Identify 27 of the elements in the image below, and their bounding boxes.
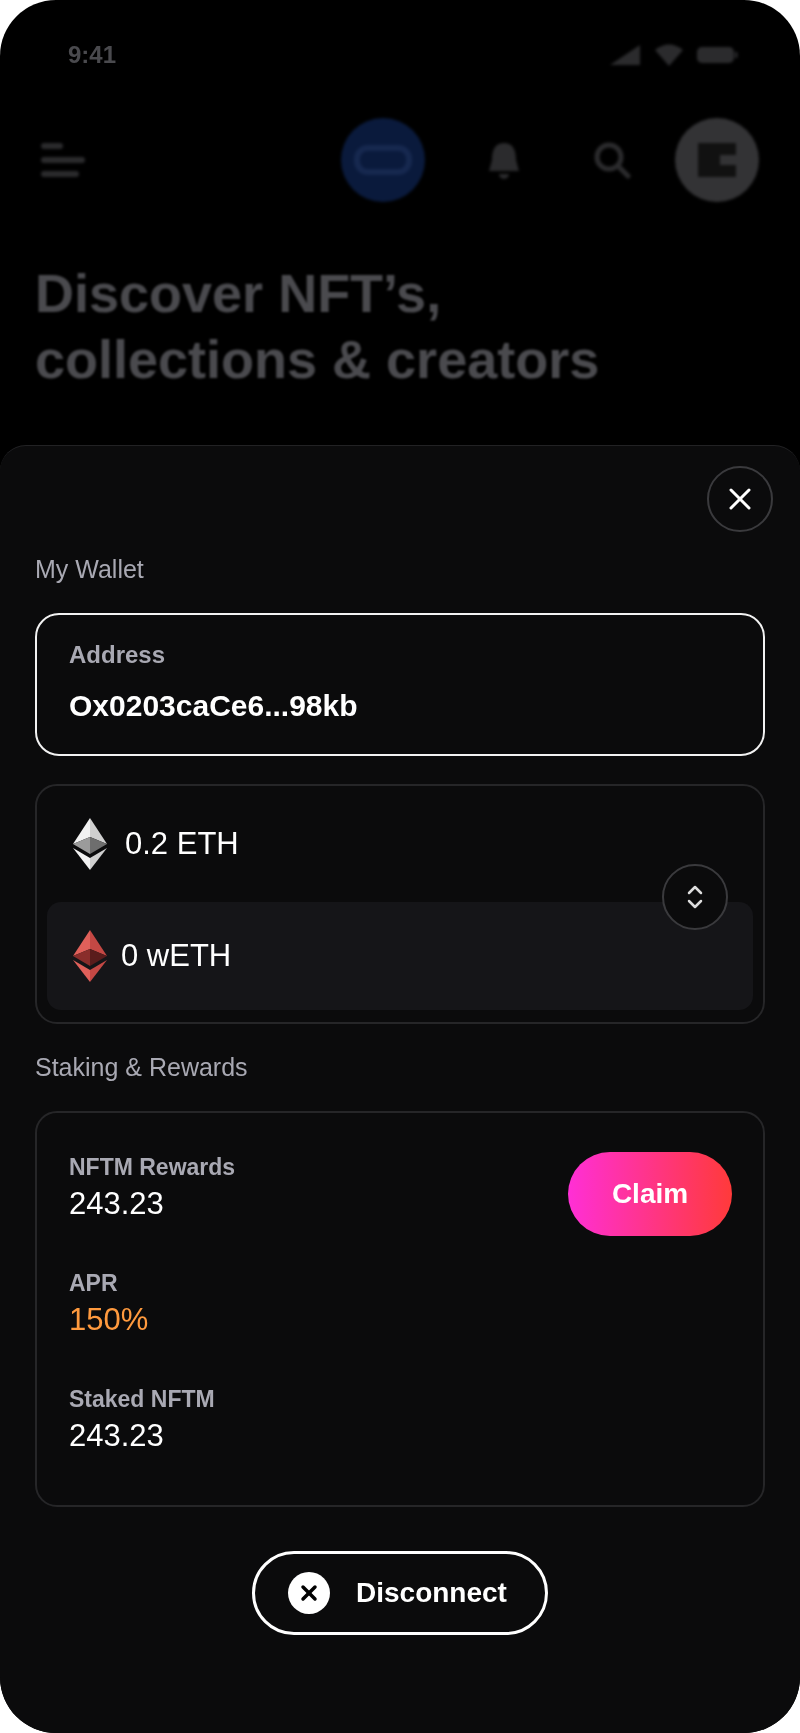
address-label: Address (69, 640, 167, 670)
diamond-icon (73, 930, 107, 982)
search-icon[interactable] (592, 140, 632, 180)
section-title: Staking & Rewards (35, 1052, 249, 1083)
stat-label: APR (69, 1269, 118, 1297)
signal-icon (608, 43, 642, 67)
diamond-icon (73, 818, 107, 870)
stat-value: 243.23 (69, 1417, 164, 1455)
disconnect-button[interactable]: Disconnect (252, 1551, 548, 1635)
stat-value: 243.23 (69, 1185, 164, 1223)
page-heading-line: collections & creators (35, 328, 601, 391)
balance-amount: 0 wETH (121, 938, 232, 974)
stat-value: 150% (69, 1301, 149, 1339)
stat-label: NFTM Rewards (69, 1153, 236, 1181)
section-title: My Wallet (35, 554, 145, 585)
status-time: 9:41 (68, 41, 117, 69)
balance-amount: 0.2 ETH (125, 826, 239, 862)
logo-icon[interactable] (340, 117, 426, 203)
close-icon (729, 488, 751, 510)
swap-icon (687, 884, 703, 910)
wallet-icon[interactable] (674, 117, 760, 203)
wifi-icon (654, 43, 684, 67)
address-value: Ox0203caCe6...98kb (69, 688, 359, 724)
stat-label: Staked NFTM (69, 1385, 215, 1413)
close-icon (288, 1572, 330, 1614)
page-heading-line: Discover NFT’s, (35, 262, 443, 325)
battery-icon (696, 45, 738, 65)
